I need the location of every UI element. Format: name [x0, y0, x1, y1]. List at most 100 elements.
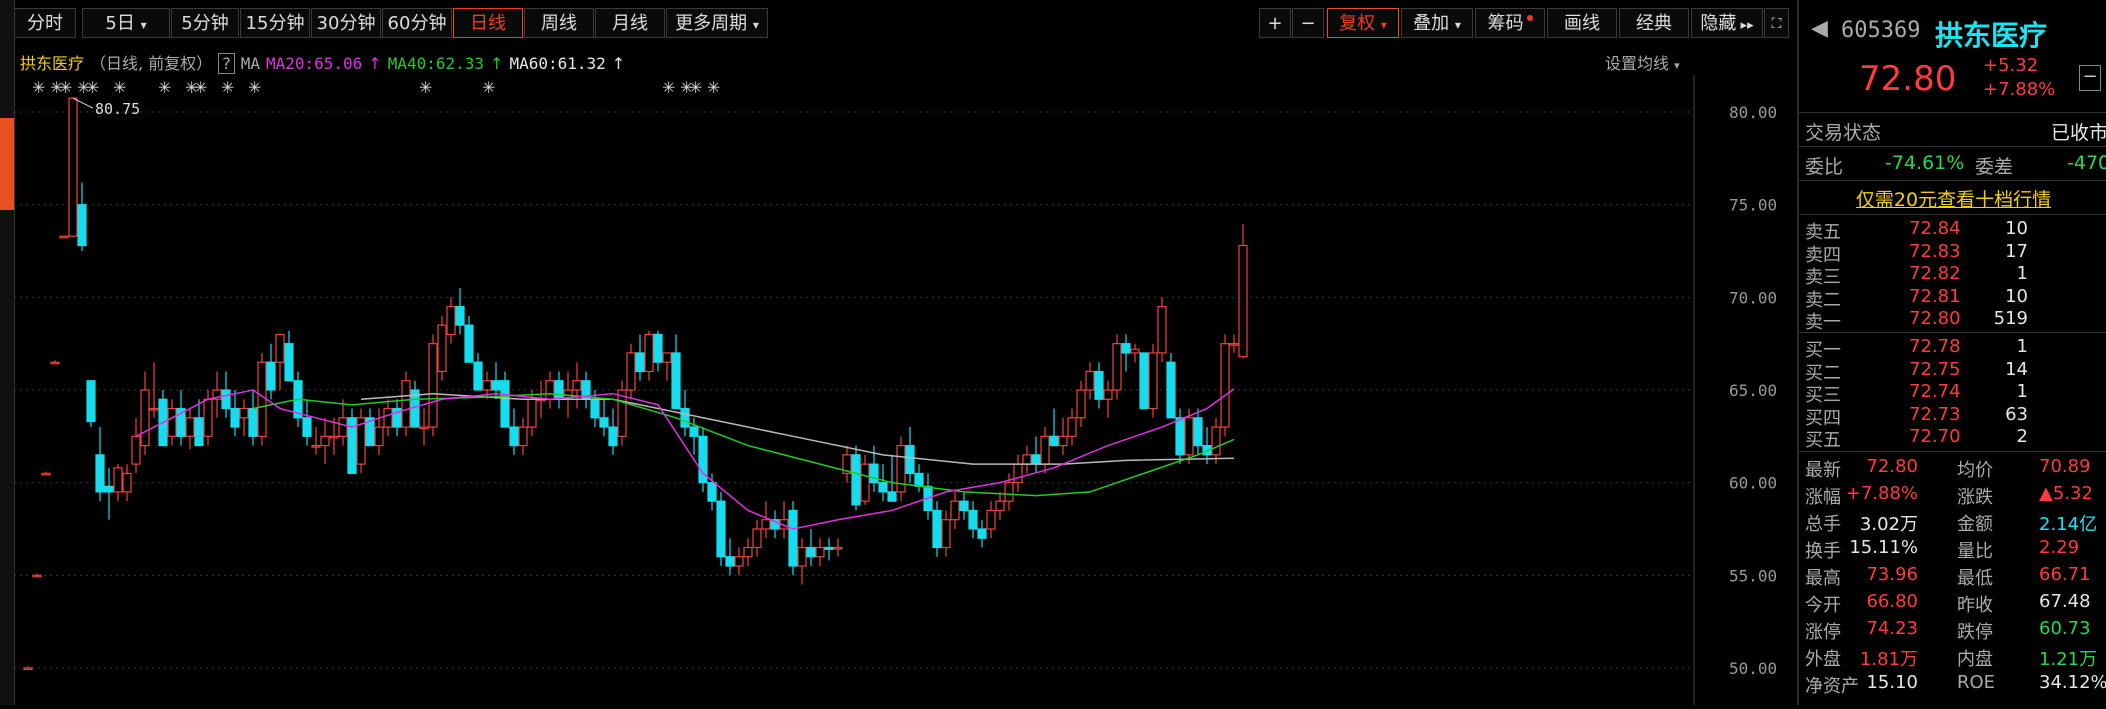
promo-link[interactable]: 仅需20元查看十档行情 [1799, 185, 2106, 211]
candle-body [1040, 435, 1050, 465]
bid-price: 72.75 [1909, 358, 1961, 380]
help-icon[interactable]: ? [218, 53, 235, 74]
stat-value: 74.23 [1866, 618, 1918, 639]
stat-value: 60.73 [2039, 618, 2091, 639]
tab-15min[interactable]: 15分钟 [240, 8, 310, 38]
trade-status-label: 交易状态 [1805, 122, 1882, 144]
candle-body [1121, 343, 1131, 354]
candle-body [1013, 463, 1023, 484]
candle-body [122, 472, 132, 493]
tab-fenshi[interactable]: 分时 [14, 8, 76, 38]
candle-body [653, 333, 663, 363]
candle-body [374, 426, 384, 447]
tab-weekly[interactable]: 周线 [524, 8, 594, 38]
fuquan-label: 复权 [1339, 13, 1376, 34]
overlay-dropdown[interactable]: 叠加 ▾ [1401, 8, 1473, 38]
candle-body [455, 306, 465, 326]
candle-body [23, 667, 33, 671]
candle-body [1130, 348, 1140, 354]
y-tick-label: 70.00 [1729, 288, 1777, 307]
weicha-value: -470 [2067, 152, 2106, 174]
candle-body [887, 491, 897, 502]
event-marker-icon: ✳ [248, 78, 261, 97]
ask-volume: 519 [1993, 308, 2028, 329]
chevron-down-icon: ▾ [1454, 18, 1461, 32]
event-marker-icon: ✳ [419, 78, 432, 97]
candle-body [401, 380, 411, 428]
event-marker-icon: ✳ [482, 78, 495, 97]
ask-level-label: 卖一 [1805, 312, 1841, 333]
candle-body [932, 509, 942, 549]
chip-button[interactable]: 筹码 [1475, 8, 1545, 38]
candle-body [833, 546, 843, 550]
stat-value: 34.12% [2039, 672, 2106, 693]
candle-body [1238, 244, 1248, 358]
y-tick-label: 55.00 [1729, 566, 1777, 585]
fullscreen-icon[interactable]: ⛶ [1764, 8, 1789, 38]
trade-status-row: 交易状态 已收市 [1799, 118, 2106, 144]
candle-body [149, 407, 159, 411]
chevron-down-icon: ▾ [140, 18, 147, 32]
candle-body [716, 500, 726, 558]
side-tab-active[interactable] [0, 118, 14, 210]
stat-label: 最新 [1805, 460, 1841, 481]
ask-volume: 10 [2005, 285, 2028, 307]
draw-button[interactable]: 画线 [1547, 8, 1617, 38]
candle-body [959, 500, 969, 512]
stat-value: 70.89 [2039, 456, 2091, 477]
kline-chart-area[interactable]: 80.00 75.00 70.00 65.00 60.00 55.00 50.00 ✳ ✳ ✳ ✳ ✳… [14, 75, 1789, 705]
candle-body [1139, 352, 1149, 410]
stat-label: 涨跌 [1957, 487, 1993, 508]
candle-body [851, 454, 861, 506]
ma60-line [360, 392, 1235, 465]
candle-body [995, 500, 1005, 512]
candle-body [806, 546, 816, 558]
classic-button[interactable]: 经典 [1619, 8, 1689, 38]
candle-body [311, 444, 321, 448]
stock-name: 拱东医疗 [1935, 19, 2048, 52]
stat-value: 72.80 [1866, 456, 1918, 477]
ma-settings-button[interactable]: 设置均线 ▾ [1605, 50, 1680, 74]
minimize-icon[interactable]: − [2079, 65, 2101, 91]
more-periods-dropdown[interactable]: 更多周期 ▾ [666, 8, 768, 38]
stat-label: 内盘 [1957, 649, 1993, 670]
candle-body [248, 407, 258, 437]
zoom-in-button[interactable]: + [1259, 8, 1291, 38]
candle-body [230, 407, 240, 428]
bid-volume: 63 [2005, 403, 2028, 425]
stat-value: 66.71 [2039, 564, 2091, 585]
fuquan-dropdown[interactable]: 复权 ▾ [1327, 8, 1399, 38]
y-tick-label: 80.00 [1729, 103, 1777, 122]
event-marker-icon: ✳ [32, 78, 45, 97]
stat-value: 1.81万 [1859, 649, 1918, 670]
tab-5day[interactable]: 5日 ▾ [82, 8, 170, 38]
hide-button[interactable]: 隐藏 ▸▸ [1691, 8, 1763, 38]
candle-body [689, 426, 699, 437]
bid-price: 72.74 [1909, 381, 1961, 402]
kline-chart[interactable]: 80.00 75.00 70.00 65.00 60.00 55.00 50.00 ✳ ✳ ✳ ✳ ✳… [14, 75, 1789, 705]
tab-5min[interactable]: 5分钟 [171, 8, 239, 38]
zoom-out-button[interactable]: − [1292, 8, 1324, 38]
ask-row: 卖五 72.84 10 [1799, 218, 2106, 243]
candle-body [266, 361, 276, 391]
ask-price: 72.80 [1909, 308, 1961, 329]
candle-body [113, 467, 123, 493]
chart-info-bar: 拱东医疗 （日线, 前复权）? MA MA20:65.06 ↑ MA40:62.33 ↑ MA… [20, 50, 631, 76]
tab-60min[interactable]: 60分钟 [382, 8, 452, 38]
candle-body [50, 361, 60, 365]
bid-row: 买四 72.73 63 [1799, 403, 2106, 429]
candle-body [257, 361, 267, 437]
tab-monthly[interactable]: 月线 [595, 8, 665, 38]
overlay-label: 叠加 [1413, 13, 1450, 34]
triangle-left-icon[interactable]: ◀ [1811, 16, 1828, 41]
candle-body [32, 574, 42, 578]
tab-30min[interactable]: 30分钟 [311, 8, 381, 38]
candle-body [509, 426, 519, 447]
candle-body [824, 546, 834, 550]
candle-body [1031, 454, 1041, 465]
candle-body [1094, 370, 1104, 400]
tab-daily[interactable]: 日线 [453, 8, 523, 38]
candle-body [878, 482, 888, 493]
stats-row: 涨幅 +7.88% 涨跌 ▲5.32 [1799, 483, 2106, 509]
chevron-down-icon: ▾ [1674, 59, 1680, 72]
